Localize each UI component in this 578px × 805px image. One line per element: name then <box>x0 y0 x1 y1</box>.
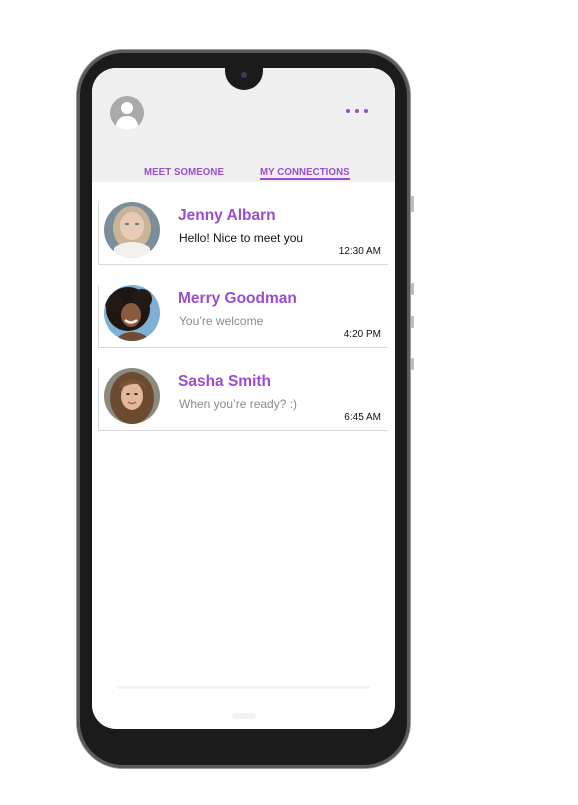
tab-my-connections[interactable]: MY CONNECTIONS <box>260 166 350 178</box>
more-horizontal-icon[interactable] <box>344 104 370 118</box>
tab-meet-someone[interactable]: MEET SOMEONE <box>144 166 224 178</box>
active-tab-indicator <box>260 178 350 180</box>
side-button-top <box>411 196 414 212</box>
avatar-jenny-albarn <box>104 202 160 258</box>
content-bottom-divider <box>117 686 370 689</box>
connection-card[interactable]: Sasha Smith When you’re ready? :) 6:45 A… <box>98 368 388 431</box>
message-time: 4:20 PM <box>343 329 381 340</box>
power-button <box>411 358 414 370</box>
contact-name: Sasha Smith <box>178 373 272 390</box>
message-time: 6:45 AM <box>344 412 381 423</box>
avatar-merry-goodman <box>104 285 160 341</box>
home-indicator[interactable] <box>232 713 256 719</box>
message-time: 12:30 AM <box>338 246 381 257</box>
last-message: Hello! Nice to meet you <box>179 231 304 245</box>
last-message: You’re welcome <box>179 314 264 328</box>
volume-down-button <box>411 316 414 328</box>
last-message: When you’re ready? :) <box>179 397 298 411</box>
contact-name: Merry Goodman <box>178 290 297 307</box>
contact-name: Jenny Albarn <box>178 207 276 224</box>
connection-card[interactable]: Jenny Albarn Hello! Nice to meet you 12:… <box>98 202 388 265</box>
connection-card[interactable]: Merry Goodman You’re welcome 4:20 PM <box>98 285 388 348</box>
user-avatar-icon[interactable] <box>110 96 144 130</box>
phone-screen: MEET SOMEONE MY CONNECTIONS Jenny Albarn… <box>92 68 395 729</box>
avatar-sasha-smith <box>104 368 160 424</box>
volume-up-button <box>411 283 414 295</box>
